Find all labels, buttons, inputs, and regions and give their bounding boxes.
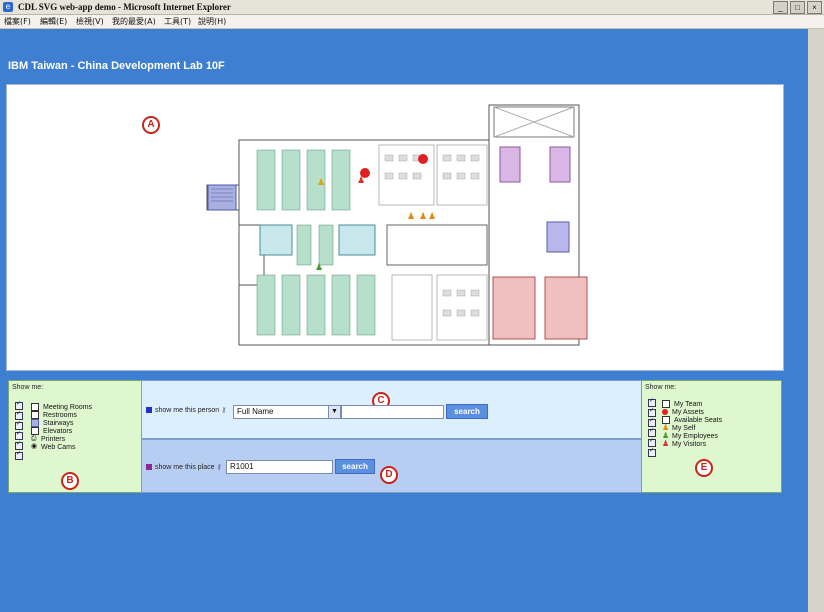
menu-file[interactable]: 檔案(F) <box>4 15 31 28</box>
vertical-scrollbar[interactable] <box>808 29 824 612</box>
person-search-panel: C show me this person ⚷ Full Name ▼ sear… <box>141 380 642 439</box>
legend-available-seats: Available Seats <box>662 416 722 424</box>
svg-text:♟: ♟ <box>357 176 365 186</box>
checkbox-available-seats[interactable] <box>648 417 656 427</box>
checkbox-webcams[interactable] <box>15 450 23 460</box>
stairway-swatch-icon <box>31 419 39 427</box>
person-search-button[interactable]: search <box>446 404 488 419</box>
legend-meeting-rooms: Meeting Rooms <box>31 403 92 411</box>
marker-d: D <box>380 466 398 484</box>
legend-my-employees: ♟ My Employees <box>662 431 718 440</box>
place-search-input[interactable]: R1001 <box>226 460 333 474</box>
window-titlebar: e CDL SVG web-app demo - Microsoft Inter… <box>0 0 824 15</box>
team-swatch-icon <box>662 400 670 408</box>
place-search-label-row: show me this place ⚷ <box>146 463 222 471</box>
restroom-swatch-icon <box>31 411 39 419</box>
webcam-icon: ◉ <box>31 443 38 450</box>
floor-plan-panel: A ♟ ♟ ♟ ♟ ♟ ♟ <box>6 84 784 371</box>
place-search-button[interactable]: search <box>335 459 375 474</box>
person-search-label-row: show me this person ⚷ <box>146 406 226 414</box>
page-title: IBM Taiwan - China Development Lab 10F <box>8 60 225 72</box>
svg-text:♟: ♟ <box>317 178 325 188</box>
svg-text:♟: ♟ <box>419 212 427 222</box>
ie-icon: e <box>3 2 13 12</box>
place-color-square <box>146 464 152 470</box>
svg-text:♟: ♟ <box>407 212 415 222</box>
checkbox-meeting-rooms[interactable] <box>15 400 23 410</box>
maximize-button[interactable]: □ <box>790 1 805 14</box>
checkbox-my-employees[interactable] <box>648 437 656 447</box>
svg-text:♟: ♟ <box>428 212 436 222</box>
svg-text:♟: ♟ <box>315 263 323 273</box>
checkbox-my-team[interactable] <box>648 397 656 407</box>
checkbox-my-assets[interactable] <box>648 407 656 417</box>
close-button[interactable]: × <box>807 1 822 14</box>
meeting-room-swatch-icon <box>31 403 39 411</box>
facility-checkbox-column <box>15 400 23 462</box>
person-search-input[interactable] <box>341 405 444 419</box>
place-search-panel: show me this place ⚷ R1001 search D <box>141 439 642 493</box>
asset-dot-icon <box>662 409 668 415</box>
marker-b: B <box>61 472 79 490</box>
marker-e: E <box>695 459 713 477</box>
legend-stairways: Stairways <box>31 419 73 427</box>
elevator-swatch-icon <box>31 427 39 435</box>
checkbox-elevators[interactable] <box>15 430 23 440</box>
people-legend-panel: Show me: My Team My Assets Available Sea… <box>641 380 782 493</box>
show-me-label: Show me: <box>645 384 677 391</box>
person-field-select[interactable]: Full Name ▼ <box>233 405 341 419</box>
floor-plan-map[interactable]: ♟ ♟ ♟ ♟ ♟ ♟ <box>7 85 783 370</box>
checkbox-my-visitors[interactable] <box>648 447 656 457</box>
legend-my-visitors: ♟ My Visitors <box>662 439 707 448</box>
printer-icon: ⎙ <box>31 435 37 442</box>
legend-my-team: My Team <box>662 400 702 408</box>
legend-elevators: Elevators <box>31 427 72 435</box>
legend-my-assets: My Assets <box>662 408 704 416</box>
checkbox-printers[interactable] <box>15 440 23 450</box>
menu-edit[interactable]: 編輯(E) <box>40 15 67 28</box>
chevron-down-icon[interactable]: ▼ <box>328 406 340 418</box>
menu-help[interactable]: 說明(H) <box>198 15 226 28</box>
menu-favorites[interactable]: 我的最愛(A) <box>112 15 156 28</box>
menu-view[interactable]: 檢視(V) <box>76 15 104 28</box>
legend-restrooms: Restrooms <box>31 411 77 419</box>
checkbox-stairways[interactable] <box>15 420 23 430</box>
legend-webcams: ◉ Web Cams <box>31 443 76 451</box>
people-checkbox-column <box>648 397 656 459</box>
legend-printers: ⎙ Printers <box>31 435 66 443</box>
show-me-label: Show me: <box>12 384 44 391</box>
key-icon: ⚷ <box>221 407 227 414</box>
window-title: CDL SVG web-app demo - Microsoft Interne… <box>18 2 231 12</box>
minimize-button[interactable]: _ <box>773 1 788 14</box>
facility-legend-panel: Show me: Meeting Rooms Restrooms Stairwa… <box>8 380 142 493</box>
person-icon: ♟ <box>662 439 670 448</box>
person-color-square <box>146 407 152 413</box>
menubar: 檔案(F) 編輯(E) 檢視(V) 我的最愛(A) 工具(T) 說明(H) <box>0 15 824 41</box>
menu-tools[interactable]: 工具(T) <box>164 15 191 28</box>
key-icon: ⚷ <box>216 464 222 471</box>
checkbox-my-self[interactable] <box>648 427 656 437</box>
checkbox-restrooms[interactable] <box>15 410 23 420</box>
